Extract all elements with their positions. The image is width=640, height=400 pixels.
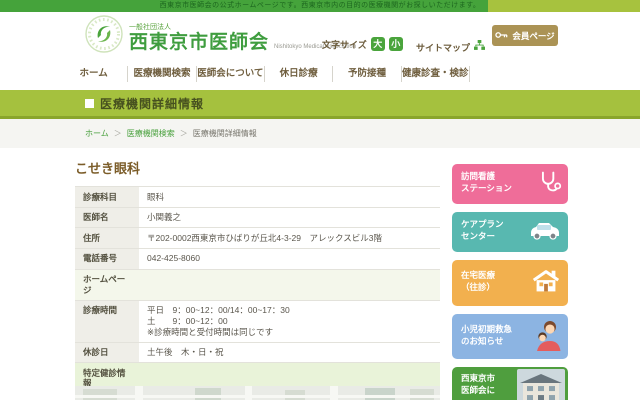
table-row: 診療科目 眼科 bbox=[75, 187, 440, 208]
org-type-label: 一般社団法人 bbox=[129, 22, 356, 32]
access-map[interactable] bbox=[75, 386, 440, 400]
page-title-banner: 医療機関詳細情報 bbox=[0, 90, 640, 119]
stethoscope-icon bbox=[536, 169, 562, 199]
banner-pediatric-emergency-notice[interactable]: 小児初期救急 のお知らせ bbox=[452, 314, 568, 359]
sidebar-banners: 訪問看護 ステーション ケアプラン センター bbox=[452, 164, 568, 400]
row-value: 眼科 bbox=[139, 187, 440, 208]
row-value bbox=[139, 269, 440, 300]
table-row: ホームページ bbox=[75, 269, 440, 300]
parent-child-icon bbox=[532, 319, 562, 355]
sitemap-link[interactable]: サイトマップ bbox=[416, 38, 485, 56]
font-size-control: 文字サイズ 大 小 bbox=[322, 37, 403, 51]
row-value: 小関義之 bbox=[139, 207, 440, 228]
font-size-large-button[interactable]: 大 bbox=[371, 37, 385, 51]
row-value: 土午後 木・日・祝 bbox=[139, 342, 440, 363]
row-label: 電話番号 bbox=[75, 248, 139, 269]
breadcrumb-current: 医療機関詳細情報 bbox=[193, 128, 257, 139]
association-badge-icon bbox=[85, 15, 123, 58]
row-label: 休診日 bbox=[75, 342, 139, 363]
top-meta-bar: 西東京市医師会の公式ホームページです。西東京市内の目的の医療機関がお探しいただけ… bbox=[0, 0, 640, 12]
hours-saturday: 土 9：00~12：00 bbox=[147, 316, 432, 327]
breadcrumb: ホーム ＞ 医療機関検索 ＞ 医療機関詳細情報 bbox=[0, 119, 640, 148]
meta-bar-text: 西東京市医師会の公式ホームページです。西東京市内の目的の医療機関がお探しいただけ… bbox=[160, 2, 481, 9]
main-content: こせき眼科 診療科目 眼科 医師名 小関義之 住所 〒202-0002西東京市ひ… bbox=[0, 148, 640, 400]
row-value: 042-425-8060 bbox=[139, 248, 440, 269]
clinic-detail: こせき眼科 診療科目 眼科 医師名 小関義之 住所 〒202-0002西東京市ひ… bbox=[75, 158, 440, 400]
table-row: 電話番号 042-425-8060 bbox=[75, 248, 440, 269]
building-photo bbox=[517, 369, 565, 400]
clinic-name-heading: こせき眼科 bbox=[75, 158, 440, 177]
table-row: 医師名 小関義之 bbox=[75, 207, 440, 228]
table-row: 休診日 土午後 木・日・祝 bbox=[75, 342, 440, 363]
meta-accent-block bbox=[488, 0, 640, 12]
banner-care-plan-center[interactable]: ケアプラン センター bbox=[452, 212, 568, 252]
banner-visiting-nurse-station[interactable]: 訪問看護 ステーション bbox=[452, 164, 568, 204]
site-logo[interactable]: 一般社団法人 西東京市医師会 Nishitokyo Medical Associ… bbox=[85, 15, 356, 58]
sitemap-label: サイトマップ bbox=[416, 41, 470, 54]
page: 西東京市医師会の公式ホームページです。西東京市内の目的の医療機関がお探しいただけ… bbox=[0, 0, 640, 400]
row-value: 〒202-0002西東京市ひばりが丘北4-3-29 アレックスビル3階 bbox=[139, 228, 440, 249]
sitemap-icon bbox=[474, 38, 485, 56]
banner-join-medical-association[interactable]: 西東京市 医師会に bbox=[452, 367, 568, 400]
breadcrumb-home[interactable]: ホーム bbox=[85, 128, 109, 139]
breadcrumb-separator: ＞ bbox=[180, 128, 188, 139]
row-label: ホームページ bbox=[75, 269, 139, 300]
key-icon bbox=[495, 31, 508, 41]
page-title: 医療機関詳細情報 bbox=[100, 95, 204, 112]
row-label: 住所 bbox=[75, 228, 139, 249]
house-icon bbox=[530, 268, 562, 298]
row-value: 平日 9：00~12：00/14：00~17：30 土 9：00~12：00 ※… bbox=[139, 300, 440, 342]
nav-item-search[interactable]: 医療機関検索 bbox=[128, 66, 196, 82]
clinic-detail-table: 診療科目 眼科 医師名 小関義之 住所 〒202-0002西東京市ひばりが丘北4… bbox=[75, 186, 440, 400]
row-label: 診療時間 bbox=[75, 300, 139, 342]
table-row: 診療時間 平日 9：00~12：00/14：00~17：30 土 9：00~12… bbox=[75, 300, 440, 342]
nav-item-checkup[interactable]: 健康診査・検診 bbox=[402, 66, 470, 82]
member-page-button[interactable]: 会員ページ bbox=[492, 25, 558, 46]
row-label: 医師名 bbox=[75, 207, 139, 228]
breadcrumb-search[interactable]: 医療機関検索 bbox=[127, 128, 175, 139]
nav-item-vaccination[interactable]: 予防接種 bbox=[333, 66, 401, 82]
site-header: 一般社団法人 西東京市医師会 Nishitokyo Medical Associ… bbox=[0, 12, 640, 57]
member-page-label: 会員ページ bbox=[512, 30, 554, 42]
nav-item-about[interactable]: 医師会について bbox=[197, 66, 265, 82]
global-nav: ホーム 医療機関検索 医師会について 休日診療 予防接種 健康診査・検診 bbox=[0, 57, 640, 90]
title-square-icon bbox=[85, 99, 94, 108]
breadcrumb-separator: ＞ bbox=[114, 128, 122, 139]
car-icon bbox=[528, 220, 562, 244]
nav-item-home[interactable]: ホーム bbox=[60, 66, 128, 82]
banner-home-medical-care[interactable]: 在宅医療 （往診） bbox=[452, 260, 568, 306]
table-row: 住所 〒202-0002西東京市ひばりが丘北4-3-29 アレックスビル3階 bbox=[75, 228, 440, 249]
font-size-small-button[interactable]: 小 bbox=[389, 37, 403, 51]
font-size-label: 文字サイズ bbox=[322, 38, 367, 51]
hours-weekday: 平日 9：00~12：00/14：00~17：30 bbox=[147, 305, 432, 316]
site-title: 西東京市医師会 bbox=[129, 33, 269, 52]
hours-note: ※診療時間と受付時間は同じです bbox=[147, 327, 432, 338]
row-label: 診療科目 bbox=[75, 187, 139, 208]
nav-item-holiday[interactable]: 休日診療 bbox=[265, 66, 333, 82]
